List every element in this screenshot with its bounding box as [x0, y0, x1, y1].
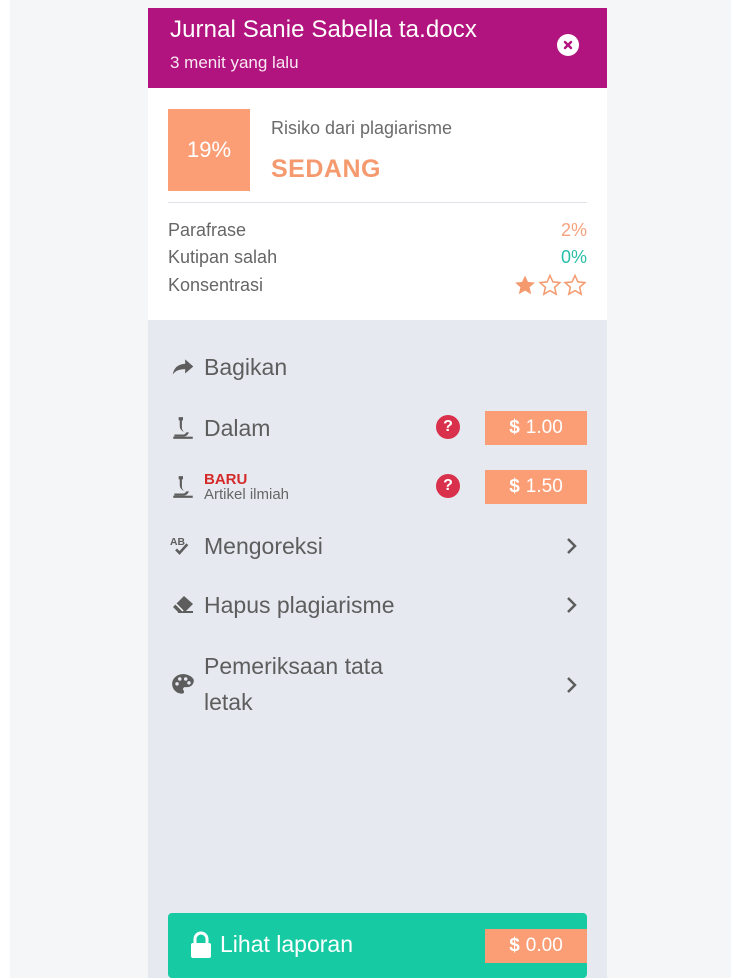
microscope-icon: [168, 472, 198, 502]
layout-check-option[interactable]: Pemeriksaan tata letak: [168, 648, 587, 722]
view-report-label: Lihat laporan: [220, 931, 353, 957]
scientific-article-label: Artikel ilmiah: [204, 486, 290, 503]
document-header: Jurnal Sanie Sabella ta.docx 3 menit yan…: [148, 8, 607, 88]
divider: [168, 202, 587, 203]
report-price: $ 0.00: [485, 929, 587, 963]
layout-check-text: Pemeriksaan tata letak: [204, 649, 383, 720]
plagiarism-panel: Jurnal Sanie Sabella ta.docx 3 menit yan…: [148, 8, 607, 978]
remove-plagiarism-option[interactable]: Hapus plagiarisme: [168, 583, 587, 627]
price-value: 0.00: [525, 935, 563, 956]
proofread-option[interactable]: AB Mengoreksi: [168, 524, 587, 568]
star-filled-icon: [515, 275, 535, 295]
dollar-sign: $: [509, 417, 520, 438]
spellcheck-icon: AB: [168, 531, 198, 561]
edge-strip: [0, 0, 10, 978]
screen: Jurnal Sanie Sabella ta.docx 3 menit yan…: [0, 0, 731, 978]
share-button[interactable]: Bagikan: [168, 345, 587, 389]
risk-percent-badge: 19%: [168, 109, 250, 191]
help-icon[interactable]: ?: [436, 415, 460, 439]
star-empty-icon: [538, 273, 562, 296]
metric-label: Kutipan salah: [168, 247, 278, 267]
share-label: Bagikan: [204, 353, 288, 380]
metric-paraphrase: Parafrase 2%: [168, 220, 587, 246]
risk-level: SEDANG: [271, 155, 381, 183]
new-badge: BARU: [204, 471, 248, 488]
layout-check-label: Pemeriksaan tata: [204, 653, 383, 680]
document-title: Jurnal Sanie Sabella ta.docx: [170, 16, 477, 43]
close-icon[interactable]: [557, 34, 579, 56]
dollar-sign: $: [509, 476, 520, 497]
eraser-icon: [168, 590, 198, 620]
scientific-article-text: BARU Artikel ilmiah: [204, 472, 289, 502]
layout-check-label-2: letak: [204, 689, 253, 715]
remove-plagiarism-label: Hapus plagiarisme: [204, 591, 395, 618]
metric-label: Parafrase: [168, 220, 247, 240]
lock-icon: [191, 931, 211, 958]
risk-summary: 19% Risiko dari plagiarisme SEDANG Paraf…: [148, 88, 607, 320]
microscope-icon: [168, 413, 198, 443]
help-icon[interactable]: ?: [436, 474, 460, 498]
metric-concentration: Konsentrasi: [168, 273, 587, 301]
palette-icon: [168, 670, 198, 700]
scientific-article-option[interactable]: BARU Artikel ilmiah ? $ 1.50: [168, 465, 587, 509]
metric-label: Konsentrasi: [168, 275, 264, 295]
share-arrow-icon: [168, 352, 198, 382]
proofread-label: Mengoreksi: [204, 532, 323, 559]
dollar-sign: $: [509, 935, 520, 956]
deep-check-label: Dalam: [204, 414, 271, 441]
metric-value: 0%: [560, 247, 587, 267]
risk-label: Risiko dari plagiarisme: [271, 118, 453, 138]
svg-text:AB: AB: [170, 537, 186, 548]
concentration-rating: [513, 273, 587, 297]
view-report-button[interactable]: Lihat laporan $ 0.00: [168, 913, 587, 978]
chevron-right-icon: [567, 677, 577, 693]
chevron-right-icon: [567, 538, 577, 554]
metric-value: 2%: [560, 220, 587, 240]
scientific-article-price[interactable]: $ 1.50: [485, 470, 587, 504]
document-timestamp: 3 menit yang lalu: [170, 53, 299, 72]
deep-check-option[interactable]: Dalam ? $ 1.00: [168, 406, 587, 450]
deep-check-price[interactable]: $ 1.00: [485, 411, 587, 445]
star-empty-icon: [563, 273, 587, 296]
price-value: 1.00: [525, 417, 563, 438]
chevron-right-icon: [567, 597, 577, 613]
metric-wrong-citation: Kutipan salah 0%: [168, 247, 587, 273]
price-value: 1.50: [525, 476, 563, 497]
